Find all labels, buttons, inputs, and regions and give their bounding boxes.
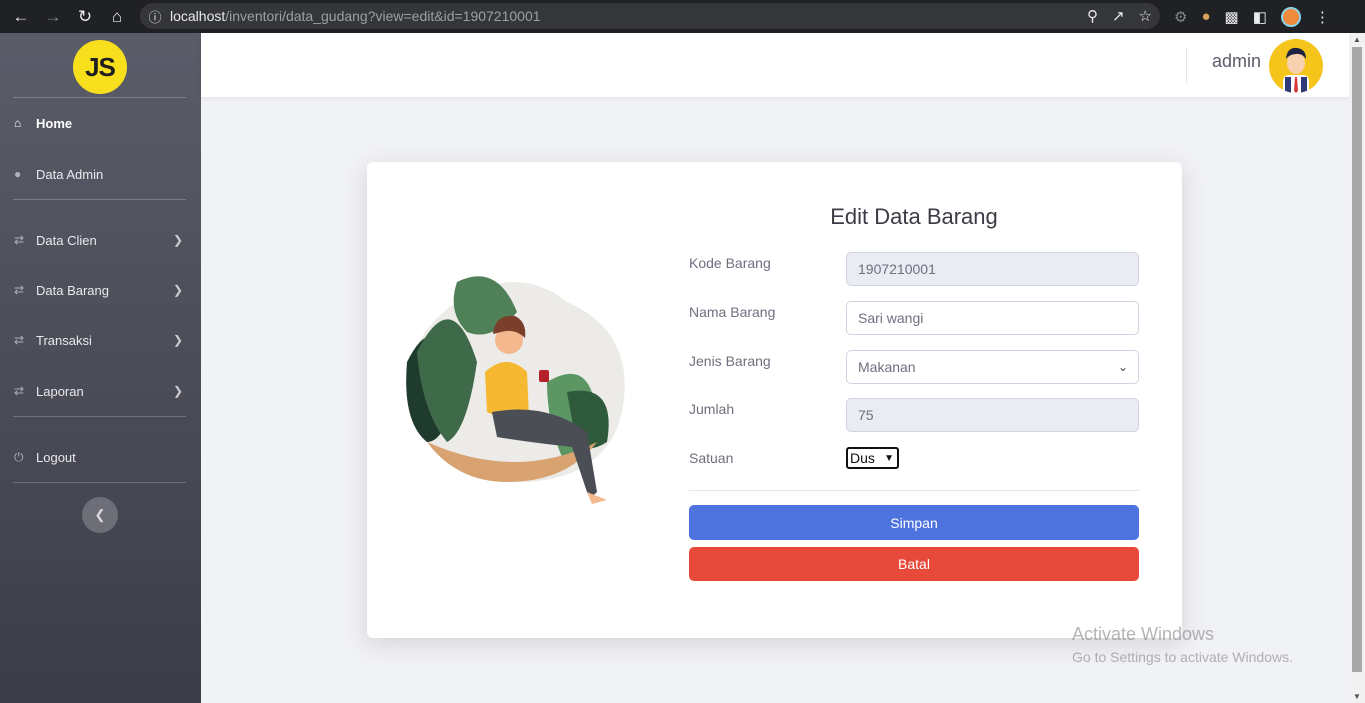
jumlah-field: 75 [846, 398, 1139, 432]
sidebar-item-transaksi[interactable]: ⇄ Transaksi ❯ [0, 325, 201, 355]
chevron-down-icon: ▼ [884, 452, 894, 464]
forward-icon[interactable]: → [37, 0, 69, 33]
chevron-left-icon: ❮ [94, 507, 106, 522]
sidebar: JS ⌂ Home ● Data Admin ⇄ Data Clien ❯ ⇄ … [0, 33, 201, 703]
power-icon: ⏻ [14, 449, 24, 464]
sidebar-item-data-clien[interactable]: ⇄ Data Clien ❯ [0, 225, 201, 255]
nama-barang-input[interactable]: Sari wangi [846, 301, 1139, 335]
sidebar-item-label: Logout [36, 449, 76, 465]
back-icon[interactable]: ← [5, 0, 37, 33]
brand-logo[interactable]: JS [73, 40, 127, 94]
page-scrollbar[interactable]: ▲ ▼ [1349, 33, 1365, 703]
site-info-icon[interactable]: ⓘ [140, 7, 170, 26]
side-panel-icon[interactable]: ◧ [1253, 8, 1267, 26]
sidebar-item-label: Data Barang [36, 282, 109, 298]
sidebar-item-label: Data Admin [36, 166, 104, 182]
chevron-right-icon: ❯ [172, 233, 183, 247]
user-name[interactable]: admin [1212, 51, 1261, 72]
jumlah-value: 75 [858, 407, 874, 423]
watermark-subtitle: Go to Settings to activate Windows. [1072, 649, 1293, 665]
decorative-illustration [397, 242, 637, 522]
user-icon: ● [14, 167, 22, 181]
form-title: Edit Data Barang [830, 204, 998, 229]
topbar: admin [201, 33, 1349, 97]
watermark-title: Activate Windows [1072, 624, 1215, 644]
chevron-right-icon: ❯ [172, 384, 183, 398]
url-text: localhost/inventori/data_gudang?view=edi… [170, 8, 541, 24]
kode-barang-field: 1907210001 [846, 252, 1139, 286]
extension-gear-icon[interactable]: ⚙ [1174, 8, 1187, 26]
chevron-right-icon: ❯ [172, 333, 183, 347]
edit-form-card: Edit Data Barang Kode Barang 1907210001 … [367, 162, 1182, 638]
browser-toolbar: ← → ↻ ⌂ ⓘ localhost/inventori/data_gudan… [0, 0, 1365, 33]
sidebar-divider [13, 97, 186, 98]
exchange-icon: ⇄ [14, 333, 25, 347]
sidebar-divider [13, 482, 186, 483]
sidebar-item-data-barang[interactable]: ⇄ Data Barang ❯ [0, 275, 201, 305]
nama-barang-value: Sari wangi [858, 310, 924, 326]
zoom-icon[interactable]: ⚲ [1087, 7, 1098, 25]
exchange-icon: ⇄ [14, 233, 25, 247]
chevron-down-icon: ⌄ [1117, 360, 1128, 374]
sidebar-toggle-button[interactable]: ❮ [82, 497, 118, 533]
sidebar-item-logout[interactable]: ⏻ Logout [0, 442, 201, 472]
kode-barang-value: 1907210001 [858, 261, 936, 277]
scrollbar-thumb[interactable] [1352, 47, 1362, 672]
cancel-button[interactable]: Batal [689, 547, 1139, 581]
sidebar-item-home[interactable]: ⌂ Home [0, 108, 201, 138]
form-divider [689, 490, 1139, 491]
chevron-right-icon: ❯ [172, 283, 183, 297]
exchange-icon: ⇄ [14, 384, 25, 398]
avatar-illustration [1283, 47, 1309, 93]
sidebar-item-label: Laporan [36, 383, 84, 399]
jenis-barang-value: Makanan [858, 359, 916, 375]
address-bar[interactable]: ⓘ localhost/inventori/data_gudang?view=e… [140, 3, 1160, 29]
nama-barang-label: Nama Barang [689, 304, 776, 320]
jenis-barang-select[interactable]: Makanan ⌄ [846, 350, 1139, 384]
topbar-divider [1186, 47, 1187, 83]
share-icon[interactable]: ↗ [1112, 7, 1125, 25]
satuan-select[interactable]: Dus ▼ [846, 447, 899, 469]
scroll-down-icon[interactable]: ▼ [1352, 692, 1362, 701]
save-button[interactable]: Simpan [689, 505, 1139, 540]
sidebar-divider [13, 199, 186, 200]
home-icon: ⌂ [14, 116, 22, 130]
windows-activation-watermark: Activate Windows Go to Settings to activ… [1072, 624, 1293, 665]
sidebar-item-label: Home [36, 115, 73, 131]
bookmark-star-icon[interactable]: ☆ [1139, 7, 1152, 25]
user-avatar[interactable] [1269, 39, 1323, 93]
sidebar-item-label: Data Clien [36, 232, 97, 248]
scroll-up-icon[interactable]: ▲ [1352, 35, 1362, 44]
profile-avatar-icon[interactable] [1280, 6, 1301, 27]
url-host: localhost [170, 8, 226, 24]
kode-barang-label: Kode Barang [689, 255, 771, 271]
sidebar-item-laporan[interactable]: ⇄ Laporan ❯ [0, 376, 201, 406]
jenis-barang-label: Jenis Barang [689, 353, 771, 369]
sidebar-item-label: Transaksi [36, 332, 92, 348]
url-path: /inventori/data_gudang?view=edit&id=1907… [225, 8, 541, 24]
exchange-icon: ⇄ [14, 283, 25, 297]
home-button-icon[interactable]: ⌂ [101, 0, 133, 33]
reload-icon[interactable]: ↻ [69, 0, 101, 33]
satuan-value: Dus [850, 450, 875, 466]
extension-cookie-icon[interactable]: ● [1201, 8, 1210, 25]
sidebar-item-data-admin[interactable]: ● Data Admin [0, 159, 201, 189]
browser-menu-icon[interactable]: ⋮ [1315, 8, 1330, 26]
extensions-puzzle-icon[interactable]: ▩ [1225, 8, 1239, 26]
jumlah-label: Jumlah [689, 401, 735, 417]
sidebar-divider [13, 416, 186, 417]
satuan-label: Satuan [689, 450, 734, 466]
